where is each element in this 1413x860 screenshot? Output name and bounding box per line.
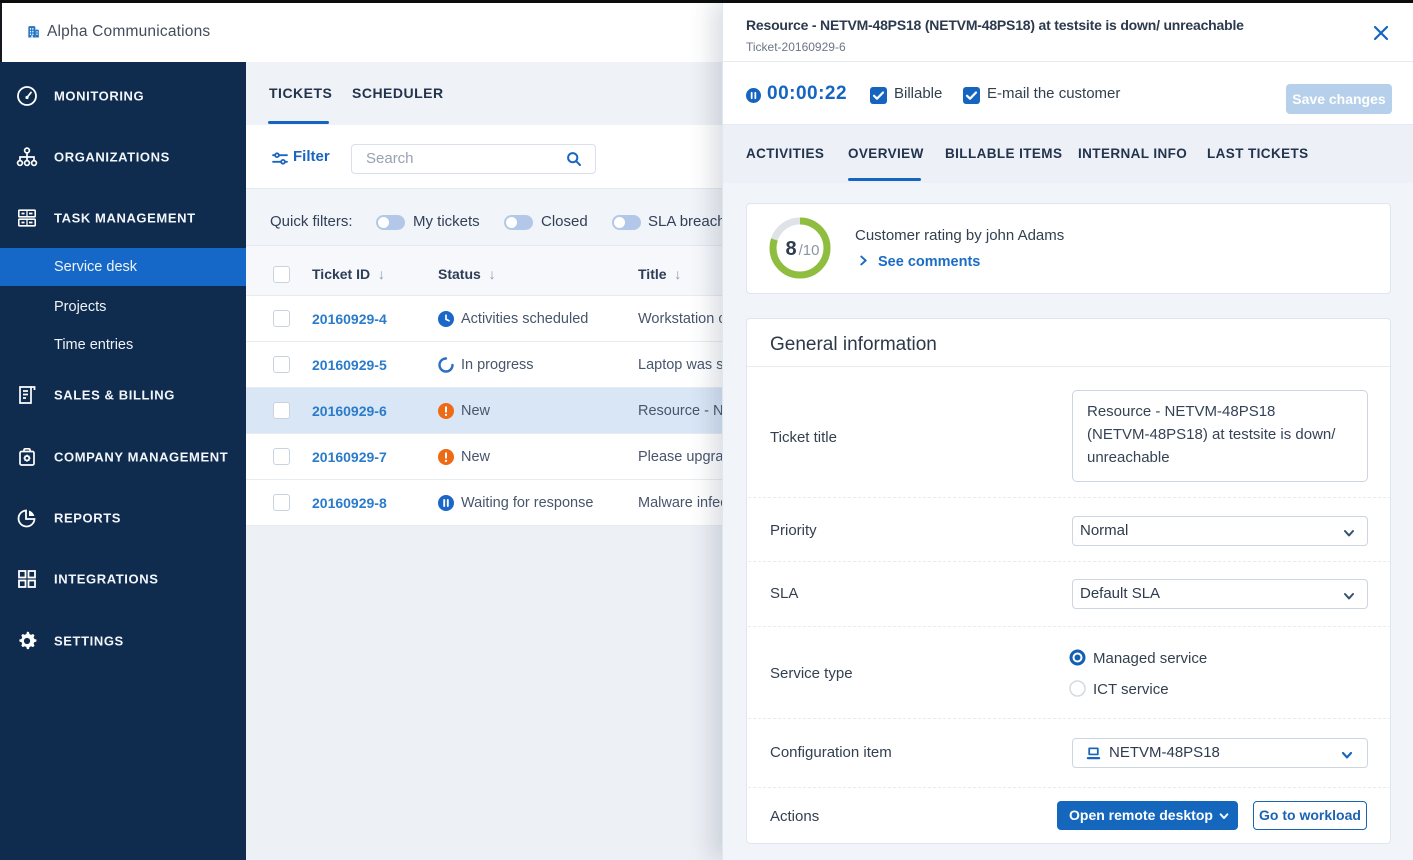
svg-text:/10: /10	[799, 242, 820, 259]
svg-text:8: 8	[785, 238, 796, 260]
